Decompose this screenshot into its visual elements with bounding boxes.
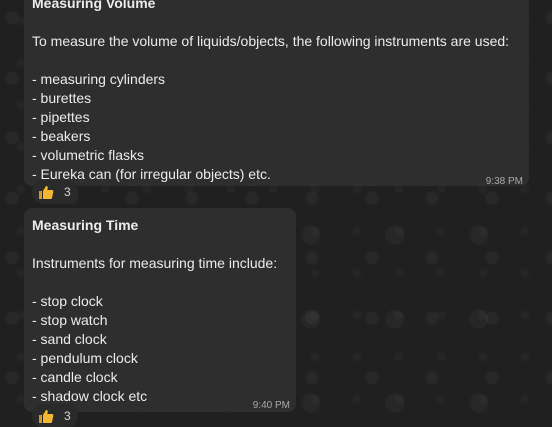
list-item: - volumetric flasks bbox=[32, 147, 145, 163]
message-timestamp: 9:38 PM bbox=[485, 176, 523, 187]
list-item: - sand clock bbox=[32, 331, 107, 347]
list-item: - Eureka can (for irregular objects) etc… bbox=[32, 166, 271, 182]
reaction-count: 3 bbox=[64, 409, 71, 423]
thumbs-up-icon bbox=[39, 186, 54, 199]
message-intro: Instruments for measuring time include: bbox=[32, 255, 278, 271]
message-title: Measuring Volume bbox=[32, 0, 156, 11]
list-item: - measuring cylinders bbox=[32, 71, 166, 87]
list-item: - pipettes bbox=[32, 109, 90, 125]
message-bubble[interactable]: Measuring Volume To measure the volume o… bbox=[24, 0, 529, 187]
list-item: - stop watch bbox=[32, 312, 108, 328]
list-item: - shadow clock etc bbox=[32, 388, 148, 404]
list-item: - stop clock bbox=[32, 293, 103, 309]
reaction-count: 3 bbox=[64, 185, 71, 199]
list-item: - beakers bbox=[32, 128, 91, 144]
reaction-badge[interactable]: 3 bbox=[32, 404, 78, 427]
message-bubble[interactable]: Measuring Time Instruments for measuring… bbox=[24, 208, 296, 412]
list-item: - pendulum clock bbox=[32, 350, 138, 366]
message-list: - measuring cylinders - burettes - pipet… bbox=[32, 70, 521, 184]
message-intro: To measure the volume of liquids/objects… bbox=[32, 33, 510, 49]
list-item: - candle clock bbox=[32, 369, 118, 385]
message-timestamp: 9:40 PM bbox=[252, 400, 290, 411]
thumbs-up-icon bbox=[39, 410, 54, 423]
list-item: - burettes bbox=[32, 90, 92, 106]
message-title: Measuring Time bbox=[32, 217, 139, 233]
reaction-badge[interactable]: 3 bbox=[32, 180, 78, 204]
message-list: - stop clock - stop watch - sand clock -… bbox=[32, 292, 288, 406]
